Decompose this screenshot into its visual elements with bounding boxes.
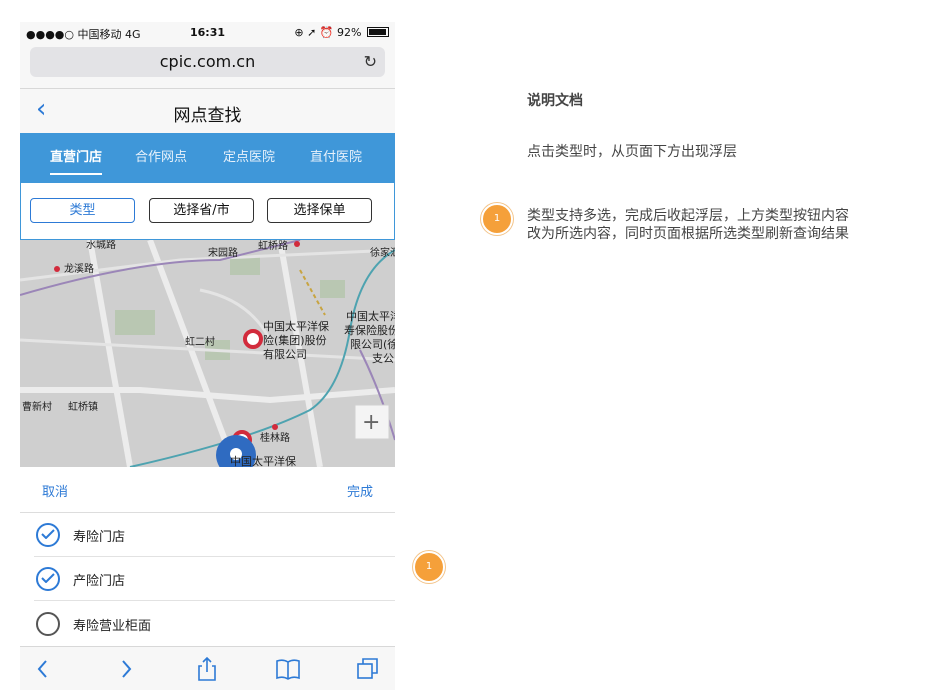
tab-partner-outlet[interactable]: 合作网点	[121, 133, 201, 183]
option-label: 寿险门店	[73, 530, 126, 545]
province-city-filter-button[interactable]: 选择省/市	[149, 198, 254, 223]
tab-direct-store[interactable]: 直营门店	[36, 133, 116, 183]
annotation-badge: 1	[481, 203, 513, 235]
category-tabs: 直营门店 合作网点 定点医院 直付医院	[20, 133, 395, 183]
phone-screen: ●●●●○ 中国移动 4G 16:31 ⊕ ➚ ⏰ 92% cpic.com.c…	[20, 22, 395, 690]
nav-bar: ‹ 网点查找	[20, 89, 395, 133]
map-label: 龙溪路	[64, 262, 94, 275]
tab-designated-hospital[interactable]: 定点医院	[209, 133, 289, 183]
option-life-counter[interactable]: 寿险营业柜面	[20, 602, 395, 646]
map-label: 虹桥镇	[68, 400, 98, 413]
annotation-badge: 1	[413, 551, 445, 583]
map-canvas: 水城路 虹桥路 宋园路 徐家汇 龙溪路 中国太平洋保 险(集团)股份 有限公司 …	[20, 240, 395, 467]
policy-filter-button[interactable]: 选择保单	[267, 198, 372, 223]
share-icon[interactable]	[194, 656, 220, 682]
doc-title: 说明文档	[527, 93, 583, 109]
map-label: 虹桥路	[258, 240, 288, 252]
option-life-store[interactable]: 寿险门店	[20, 513, 395, 557]
map-label: 有限公司	[263, 347, 307, 361]
page-title: 网点查找	[173, 106, 242, 126]
map-label: 桂林路	[260, 431, 290, 444]
map-label: 限公司(徐	[350, 337, 395, 351]
zoom-in-button[interactable]: +	[362, 410, 380, 435]
type-filter-button[interactable]: 类型	[30, 198, 135, 223]
branch-marker[interactable]	[243, 329, 263, 349]
map-label: 中国太平洋	[346, 309, 395, 323]
map-view[interactable]: 水城路 虹桥路 宋园路 徐家汇 龙溪路 中国太平洋保 险(集团)股份 有限公司 …	[20, 240, 395, 467]
battery-icon	[367, 27, 389, 37]
browser-bar: cpic.com.cn ↻	[20, 42, 395, 89]
map-label: 虹二村	[185, 335, 215, 348]
status-icons: ⊕ ➚ ⏰	[294, 26, 338, 39]
bookmarks-icon[interactable]	[275, 656, 301, 682]
map-label: 险(集团)股份	[263, 333, 327, 347]
address-bar[interactable]: cpic.com.cn ↻	[30, 47, 385, 77]
doc-description: 点击类型时，从页面下方出现浮层	[527, 144, 737, 160]
doc-note-line: 改为所选内容，同时页面根据所选类型刷新查询结果	[527, 226, 849, 242]
checked-circle-icon	[36, 523, 60, 547]
done-button[interactable]: 完成	[347, 481, 373, 500]
filter-bar: 类型 选择省/市 选择保单	[20, 183, 395, 240]
option-label: 寿险营业柜面	[73, 619, 152, 634]
browser-toolbar	[20, 646, 395, 690]
doc-note-line: 类型支持多选，完成后收起浮层，上方类型按钮内容	[527, 208, 849, 224]
doc-note: 类型支持多选，完成后收起浮层，上方类型按钮内容 改为所选内容，同时页面根据所选类…	[527, 207, 907, 243]
url-text: cpic.com.cn	[159, 52, 256, 71]
option-property-store[interactable]: 产险门店	[20, 557, 395, 601]
status-bar: ●●●●○ 中国移动 4G 16:31 ⊕ ➚ ⏰ 92%	[20, 22, 395, 42]
cancel-button[interactable]: 取消	[42, 481, 68, 500]
map-label: 徐家汇	[370, 246, 395, 259]
back-arrow-icon[interactable]	[30, 656, 56, 682]
map-label: 曹新村	[22, 400, 52, 413]
tab-direct-pay-hospital[interactable]: 直付医院	[296, 133, 376, 183]
map-label: 中国太平洋保	[230, 454, 296, 467]
status-right: ⊕ ➚ ⏰ 92%	[294, 26, 389, 39]
option-label: 产险门店	[73, 574, 126, 589]
tabs-icon[interactable]	[355, 656, 381, 682]
map-label: 宋园路	[208, 246, 238, 259]
battery-percent: 92%	[337, 26, 362, 39]
map-label: 中国太平洋保	[263, 319, 329, 333]
reload-icon[interactable]: ↻	[364, 47, 377, 77]
sheet-header: 取消 完成	[20, 467, 395, 513]
forward-arrow-icon[interactable]	[113, 656, 139, 682]
map-label: 水城路	[86, 240, 116, 251]
empty-circle-icon	[36, 612, 60, 636]
map-label: 支公	[372, 352, 394, 365]
map-label: 寿保险股份	[344, 323, 395, 337]
checked-circle-icon	[36, 567, 60, 591]
